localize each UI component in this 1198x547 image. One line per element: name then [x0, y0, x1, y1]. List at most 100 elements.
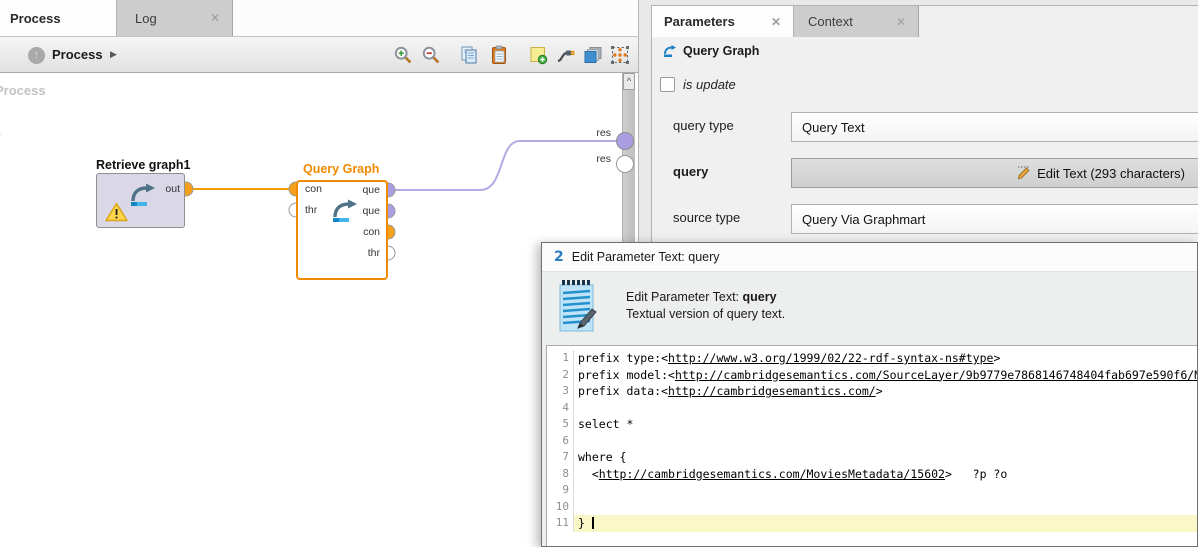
code-line-6[interactable]: 6 [547, 433, 1197, 450]
port-label-thr-in: thr [305, 204, 331, 216]
code-link: http://cambridgesemantics.com/MoviesMeta… [599, 467, 945, 481]
tab-log-label: Log [135, 11, 157, 26]
param-row-source-type: source type Query Via Graphmart [652, 196, 1198, 243]
port-label-que1: que [354, 184, 380, 196]
param-row-query-type: query type Query Text [652, 104, 1198, 151]
edit-text-button[interactable]: Edit Text (293 characters) [791, 158, 1198, 188]
code-text: prefix model:<http://cambridgesemantics.… [574, 367, 1197, 384]
selected-operator-title: Query Graph [683, 44, 759, 58]
code-link: http://cambridgesemantics.com/SourceLaye… [675, 368, 1197, 382]
dialog-heading-param: query [743, 290, 777, 304]
copy-icon[interactable] [459, 45, 479, 65]
code-line-1[interactable]: 1prefix type:<http://www.w3.org/1999/02/… [547, 350, 1197, 367]
code-text: } [574, 515, 1197, 532]
code-line-5[interactable]: 5select * [547, 416, 1197, 433]
zoom-in-icon[interactable] [393, 45, 413, 65]
dialog-heading: Edit Parameter Text: query [626, 290, 777, 304]
line-number: 1 [547, 350, 574, 367]
line-number: 4 [547, 400, 574, 417]
operator-header-icon [661, 44, 677, 58]
param-label-query-type: query type [673, 118, 734, 133]
navigate-up-icon[interactable]: ↑ [28, 47, 45, 64]
tab-parameters-label: Parameters [664, 14, 735, 29]
app-logo-icon: 2 [554, 249, 564, 265]
arrange-panels-icon[interactable] [583, 45, 603, 65]
tab-context[interactable]: Context ✕ [794, 6, 919, 37]
param-row-is-update: is update [652, 64, 1198, 105]
edit-text-dialog-icon [556, 279, 600, 335]
dialog-titlebar[interactable]: 2 Edit Parameter Text: query [542, 243, 1197, 272]
code-line-7[interactable]: 7where { [547, 449, 1197, 466]
code-text [574, 499, 1197, 516]
tab-context-close-icon[interactable]: ✕ [884, 15, 918, 29]
parameters-tabstrip: Parameters ✕ Context ✕ [652, 6, 1198, 37]
code-line-8[interactable]: 8 <http://cambridgesemantics.com/MoviesM… [547, 466, 1197, 483]
retrieve-operator-icon [125, 182, 157, 208]
code-link: http://cambridgesemantics.com/ [668, 384, 876, 398]
port-label-con-in: con [305, 183, 331, 195]
code-text: where { [574, 449, 1197, 466]
canvas-watermark: Process [0, 83, 46, 98]
line-number: 9 [547, 482, 574, 499]
code-text: select * [574, 416, 1197, 433]
result-port-label-1: res [585, 127, 611, 139]
auto-wire-icon[interactable] [556, 45, 576, 65]
tab-log-close-icon[interactable]: ✕ [198, 11, 232, 25]
port-label-out: out [154, 183, 180, 195]
connection-que-to-res[interactable] [388, 141, 626, 190]
code-line-3[interactable]: 3prefix data:<http://cambridgesemantics.… [547, 383, 1197, 400]
paste-icon[interactable] [489, 45, 509, 65]
code-line-10[interactable]: 10 [547, 499, 1197, 516]
source-type-select[interactable]: Query Via Graphmart [791, 204, 1198, 234]
tab-log[interactable]: Log ✕ [117, 0, 233, 36]
dialog-heading-prefix: Edit Parameter Text: [626, 290, 743, 304]
param-row-query: query Edit Text (293 characters) [652, 150, 1198, 197]
fit-view-icon[interactable] [610, 45, 630, 65]
source-type-value: Query Via Graphmart [802, 212, 925, 227]
add-note-icon[interactable] [528, 45, 548, 65]
breadcrumb[interactable]: Process [52, 47, 103, 62]
scrollbar-up-icon[interactable]: ^ [623, 73, 635, 90]
query-type-value: Query Text [802, 120, 865, 135]
code-text: <http://cambridgesemantics.com/MoviesMet… [574, 466, 1197, 483]
edit-text-label: Edit Text (293 characters) [1037, 166, 1185, 181]
tab-parameters[interactable]: Parameters ✕ [652, 6, 794, 37]
param-label-query: query [673, 164, 708, 179]
is-update-checkbox[interactable] [660, 77, 675, 92]
edit-pencil-icon [1016, 165, 1032, 181]
process-tabstrip: Process Log ✕ [0, 0, 638, 36]
tab-parameters-close-icon[interactable]: ✕ [759, 15, 793, 29]
line-number: 2 [547, 367, 574, 384]
dialog-title: Edit Parameter Text: query [572, 250, 720, 264]
warning-icon [105, 202, 128, 222]
code-text [574, 400, 1197, 417]
code-text [574, 433, 1197, 450]
zoom-out-icon[interactable] [421, 45, 441, 65]
operator-query-title: Query Graph [303, 162, 379, 176]
code-text [574, 482, 1197, 499]
code-line-4[interactable]: 4 [547, 400, 1197, 417]
dialog-subtitle: Textual version of query text. [626, 307, 785, 321]
edit-parameter-dialog: 2 Edit Parameter Text: query Edit Parame… [541, 242, 1198, 547]
code-editor[interactable]: 1prefix type:<http://www.w3.org/1999/02/… [546, 345, 1197, 546]
tab-process[interactable]: Process [0, 0, 117, 36]
code-text: prefix data:<http://cambridgesemantics.c… [574, 383, 1197, 400]
line-number: 11 [547, 515, 574, 532]
breadcrumb-caret-icon: ▶ [110, 49, 117, 60]
code-line-11[interactable]: 11} [547, 515, 1197, 532]
tab-process-label: Process [10, 11, 61, 26]
is-update-label: is update [683, 77, 736, 92]
query-type-select[interactable]: Query Text [791, 112, 1198, 142]
app-window: Process Log ✕ ↑ Process ▶ Process inp [0, 0, 1198, 547]
tab-context-label: Context [808, 14, 853, 29]
line-number: 10 [547, 499, 574, 516]
code-line-2[interactable]: 2prefix model:<http://cambridgesemantics… [547, 367, 1197, 384]
code-link: http://www.w3.org/1999/02/22-rdf-syntax-… [668, 351, 993, 365]
line-number: 7 [547, 449, 574, 466]
port-label-que2: que [354, 205, 380, 217]
selected-operator-header: Query Graph [652, 37, 1198, 65]
line-number: 6 [547, 433, 574, 450]
text-cursor [592, 517, 594, 529]
code-line-9[interactable]: 9 [547, 482, 1197, 499]
operator-retrieve[interactable] [96, 173, 185, 228]
